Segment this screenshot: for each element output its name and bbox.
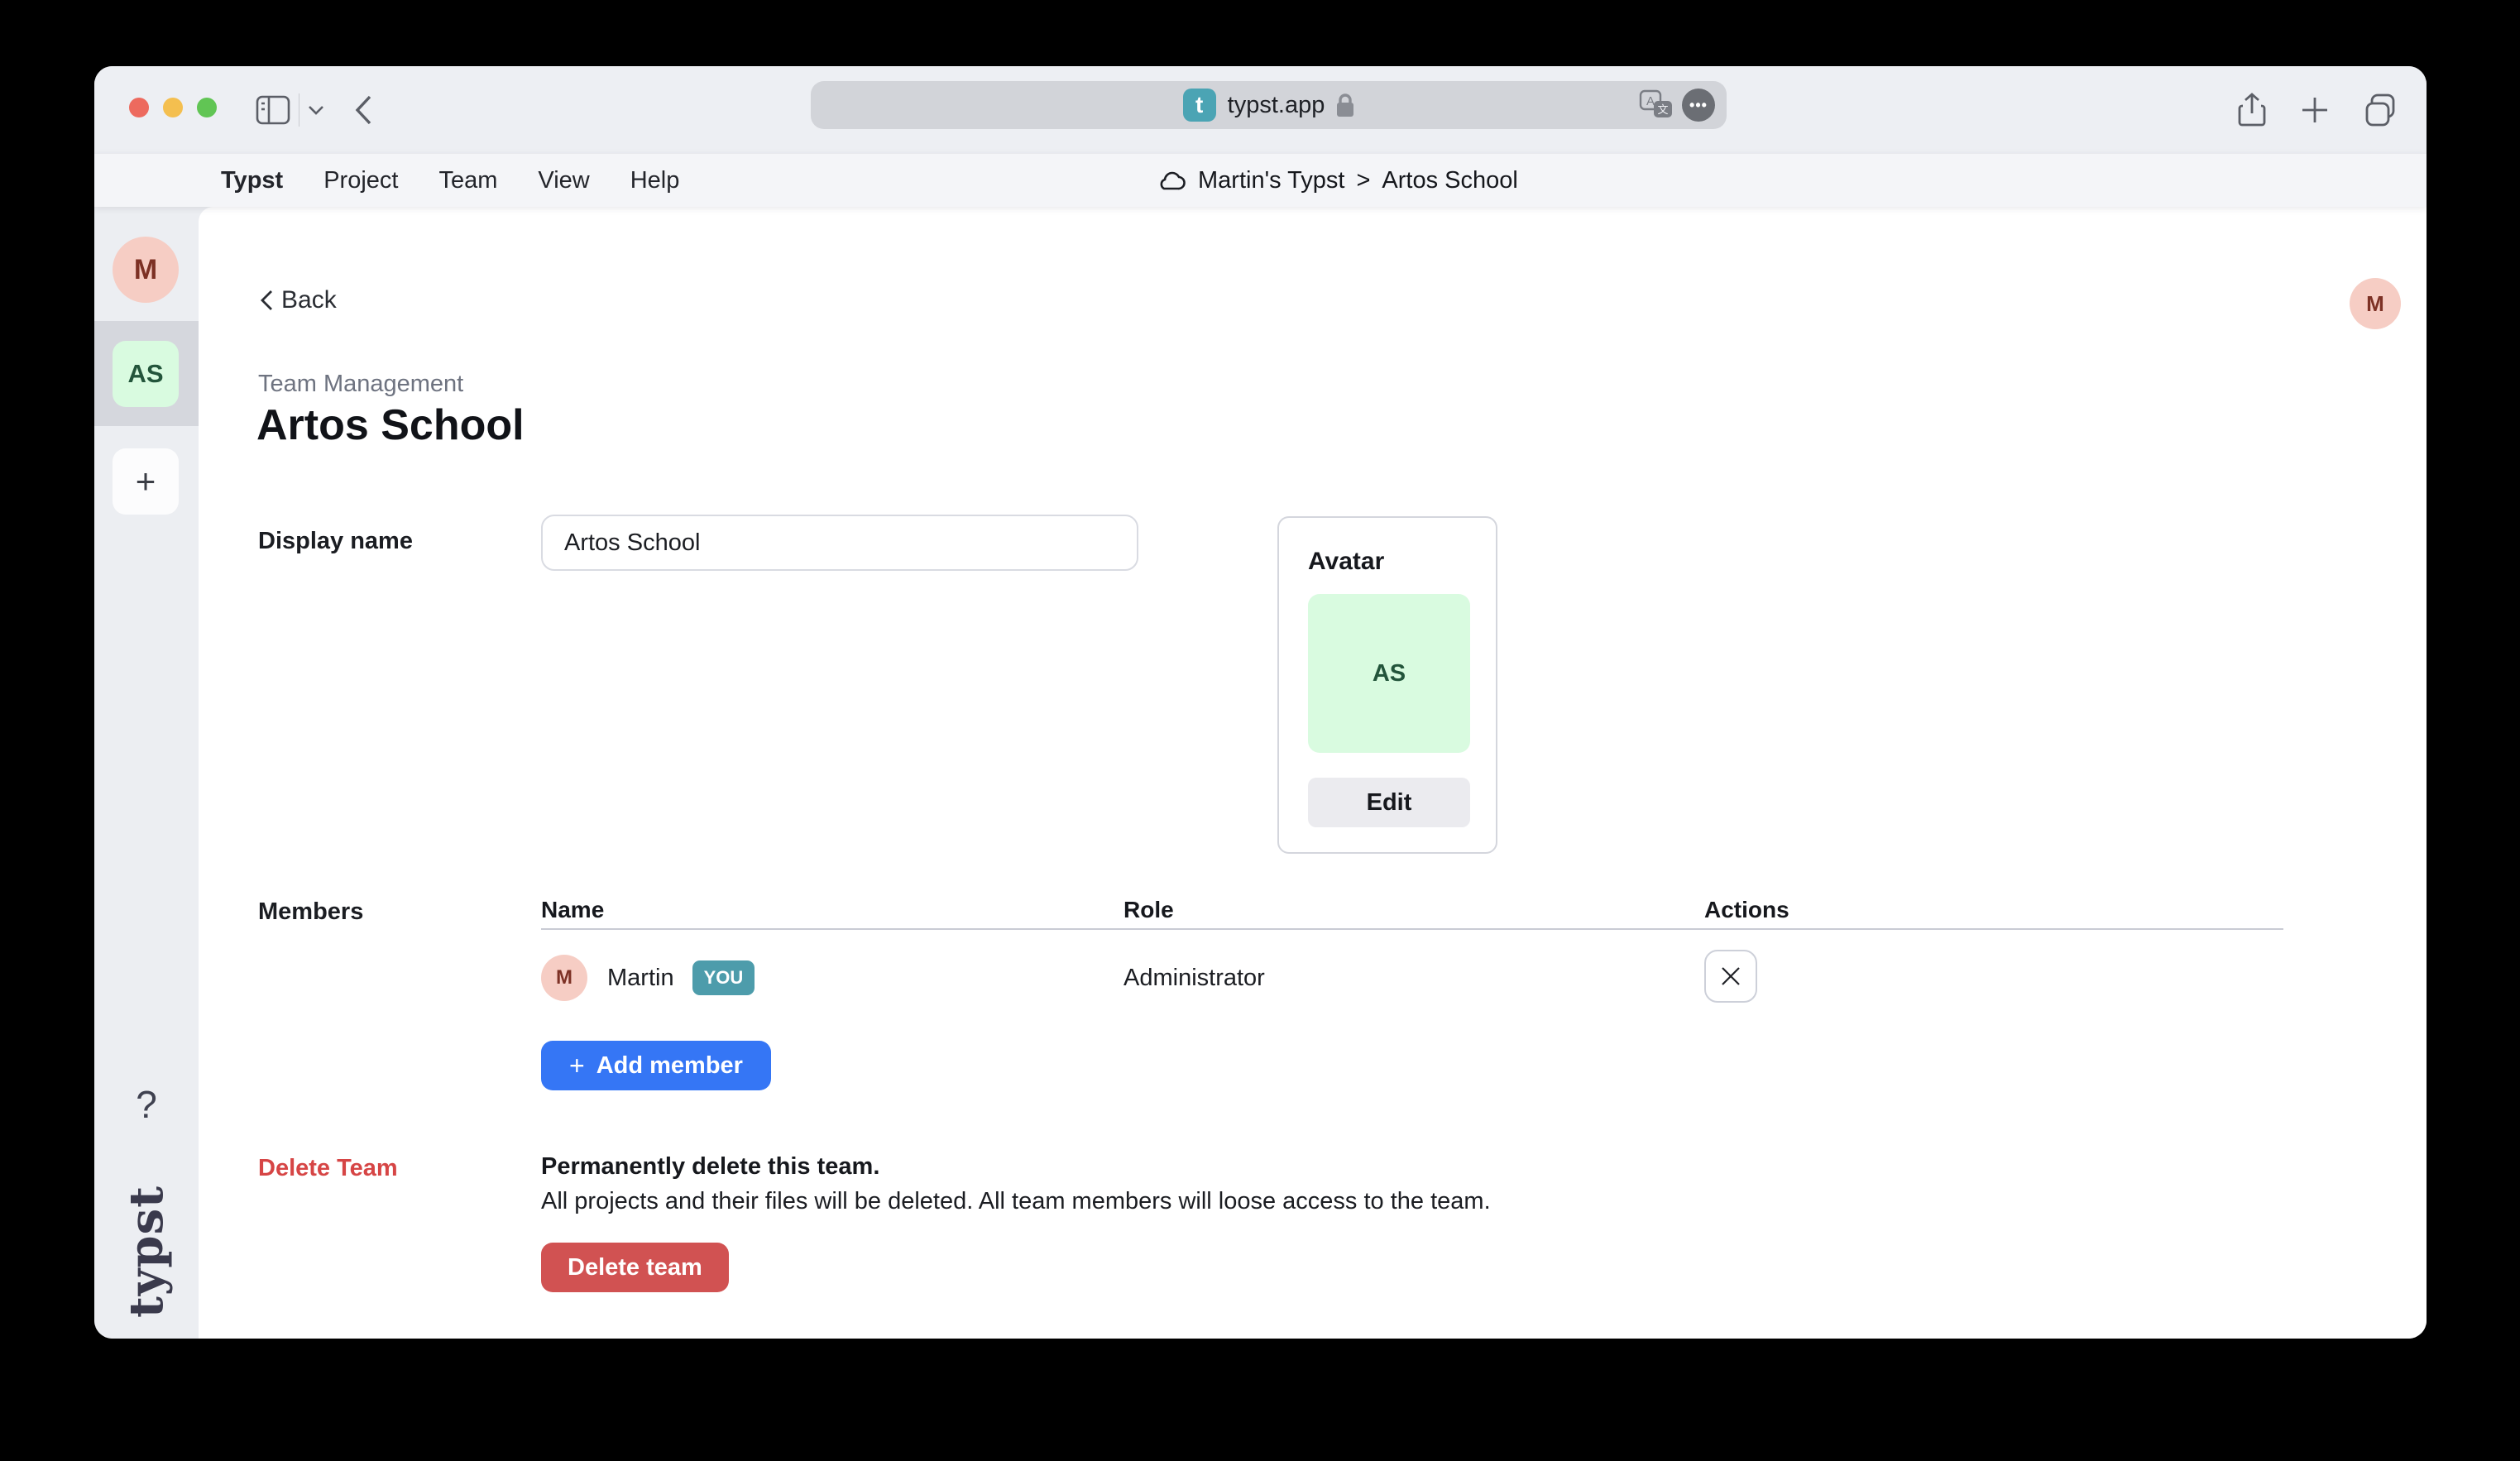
- page-settings-icon[interactable]: •••: [1682, 89, 1715, 122]
- table-divider: [541, 928, 2283, 930]
- url-bar[interactable]: t typst.app A 文 •••: [811, 81, 1727, 129]
- tab-overview-icon[interactable]: [2364, 93, 2397, 127]
- site-favicon: t: [1183, 89, 1216, 122]
- app-menubar: Typst Project Team View Help Martin's Ty…: [94, 154, 2427, 207]
- typst-logo: typst: [94, 1190, 199, 1314]
- column-header-role: Role: [1123, 897, 1174, 923]
- member-name: Martin: [607, 965, 674, 992]
- share-icon[interactable]: [2238, 93, 2266, 127]
- display-name-label: Display name: [258, 528, 413, 555]
- close-icon: [1720, 965, 1741, 987]
- chevron-left-icon: [260, 290, 273, 311]
- chevron-down-icon[interactable]: [308, 66, 324, 154]
- lock-icon: [1336, 93, 1354, 117]
- url-text: typst.app: [1228, 92, 1325, 119]
- svg-text:文: 文: [1657, 103, 1668, 116]
- delete-team-description: All projects and their files will be del…: [541, 1188, 1491, 1215]
- column-header-name: Name: [541, 897, 604, 923]
- breadcrumb-team[interactable]: Martin's Typst: [1198, 167, 1344, 194]
- team-avatar: AS: [1308, 594, 1470, 753]
- minimize-window-button[interactable]: [163, 98, 183, 117]
- avatar-card-title: Avatar: [1308, 548, 1384, 576]
- sidebar-add-team-button[interactable]: +: [113, 448, 179, 515]
- member-role: Administrator: [1123, 965, 1265, 992]
- workspace-sidebar: M AS + ? typst: [94, 207, 199, 1339]
- browser-toolbar: t typst.app A 文 •••: [94, 66, 2427, 154]
- translate-icon[interactable]: A 文: [1639, 89, 1674, 121]
- column-header-actions: Actions: [1704, 897, 1789, 923]
- breadcrumb-page: Artos School: [1382, 167, 1517, 194]
- page-title: Artos School: [256, 400, 525, 450]
- add-member-button[interactable]: + Add member: [541, 1041, 771, 1090]
- remove-member-button[interactable]: [1704, 950, 1757, 1003]
- app-menus: Typst Project Team View Help: [221, 154, 679, 207]
- sidebar-user-avatar[interactable]: M: [113, 237, 179, 303]
- member-avatar: M: [541, 955, 587, 1001]
- back-button[interactable]: Back: [260, 286, 337, 314]
- menu-project[interactable]: Project: [323, 167, 398, 194]
- sidebar-item-team-artos-school[interactable]: AS: [113, 341, 179, 407]
- avatar-card: Avatar AS Edit: [1277, 516, 1497, 854]
- page-eyebrow: Team Management: [258, 371, 463, 398]
- new-tab-icon[interactable]: [2301, 96, 2329, 124]
- sidebar-toggle-icon[interactable]: [256, 66, 290, 154]
- account-avatar[interactable]: M: [2350, 278, 2401, 329]
- breadcrumb-separator: >: [1356, 167, 1370, 194]
- help-icon[interactable]: ?: [94, 1082, 199, 1127]
- delete-team-heading: Permanently delete this team.: [541, 1153, 879, 1181]
- menu-help[interactable]: Help: [630, 167, 680, 194]
- svg-text:A: A: [1646, 94, 1655, 108]
- menu-team[interactable]: Team: [438, 167, 497, 194]
- menu-view[interactable]: View: [538, 167, 589, 194]
- back-navigation-icon[interactable]: [354, 66, 372, 154]
- add-member-label: Add member: [596, 1052, 743, 1080]
- zoom-window-button[interactable]: [197, 98, 217, 117]
- menu-typst[interactable]: Typst: [221, 167, 283, 194]
- plus-icon: +: [569, 1051, 585, 1081]
- cloud-icon: [1157, 170, 1186, 191]
- back-label: Back: [281, 286, 337, 314]
- delete-team-label: Delete Team: [258, 1155, 398, 1182]
- close-window-button[interactable]: [129, 98, 149, 117]
- delete-team-button[interactable]: Delete team: [541, 1243, 729, 1292]
- edit-avatar-button[interactable]: Edit: [1308, 778, 1470, 827]
- breadcrumb: Martin's Typst > Artos School: [1157, 154, 1518, 207]
- team-management-page: Back M Team Management Artos School Disp…: [199, 207, 2427, 1339]
- traffic-lights: [129, 98, 217, 117]
- display-name-input[interactable]: [541, 515, 1138, 571]
- you-badge: YOU: [692, 960, 755, 995]
- members-label: Members: [258, 898, 363, 926]
- member-row: M Martin YOU: [541, 955, 755, 1001]
- browser-window: t typst.app A 文 •••: [94, 66, 2427, 1339]
